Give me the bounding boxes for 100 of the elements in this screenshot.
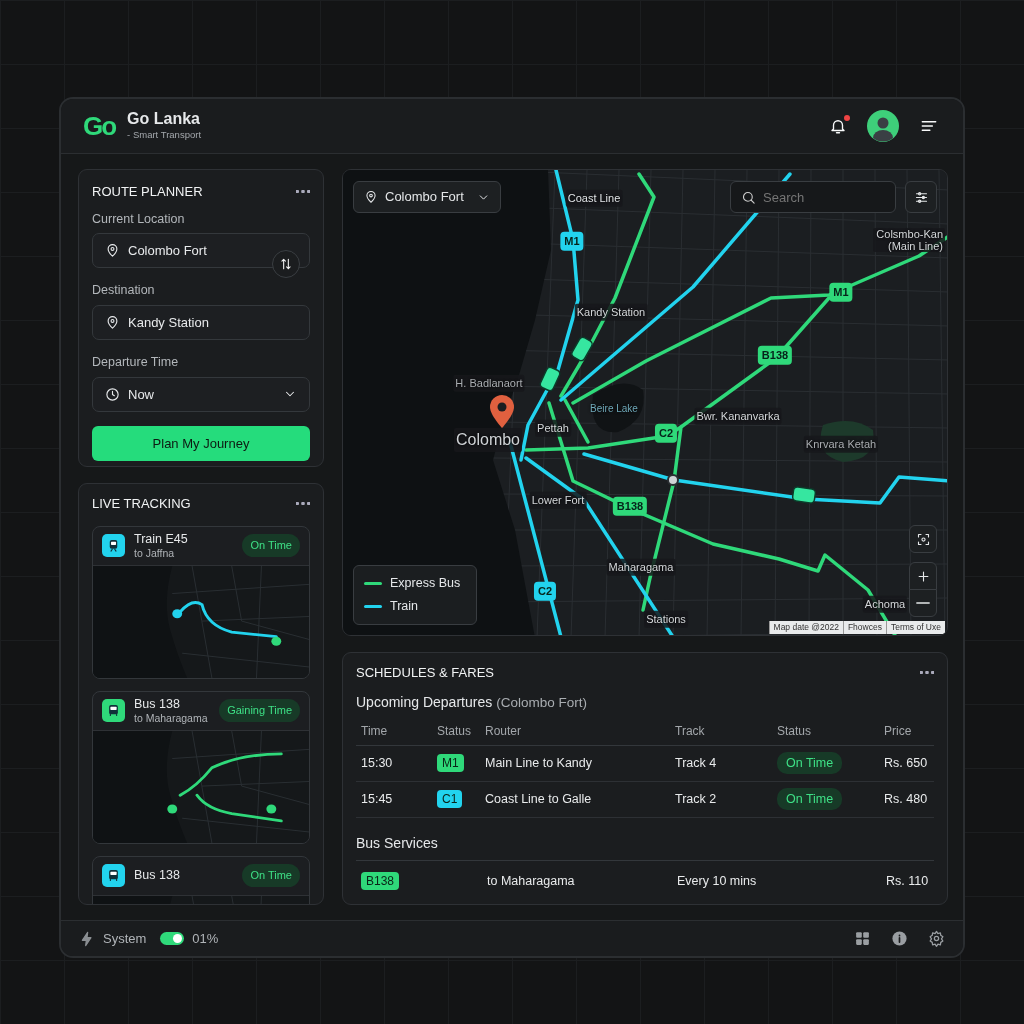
field-label: Current Location	[92, 210, 186, 228]
column-header: Time	[356, 717, 432, 746]
table-cell: Rs. 110	[881, 860, 934, 902]
bell-icon	[829, 117, 847, 135]
recenter-button[interactable]	[909, 525, 937, 553]
route-code-badge: M1	[437, 754, 464, 773]
time-select[interactable]: Now	[92, 376, 310, 412]
map-label: Kandy Station	[574, 303, 648, 321]
grid-button[interactable]	[854, 930, 871, 947]
table-cell: 15:45	[356, 781, 432, 818]
map-label: Stations	[644, 610, 688, 628]
column-header: Router	[480, 717, 670, 746]
table-cell: Rs. 650	[879, 745, 934, 782]
route-badge: M1	[829, 282, 853, 302]
location-field[interactable]: Kandy Station	[92, 305, 310, 340]
notification-button[interactable]	[829, 117, 847, 135]
column-header: Status	[432, 717, 480, 746]
more-button[interactable]	[296, 190, 310, 194]
table-cell: to Maharagama	[482, 860, 672, 902]
pin-icon	[364, 190, 378, 204]
route-badge: B138	[612, 496, 648, 516]
status-label: System	[103, 929, 147, 948]
column-header: Status	[772, 717, 879, 746]
column-header: Track	[670, 717, 772, 746]
location-pin-icon	[489, 395, 515, 429]
more-button[interactable]	[920, 670, 934, 674]
status-pill: On Time	[777, 752, 843, 775]
minus-icon	[916, 602, 930, 604]
table-cell: Main Line to Kandy	[480, 745, 670, 782]
info-button[interactable]	[891, 930, 908, 947]
location-field[interactable]: Colombo Fort	[92, 233, 310, 269]
panel-title: LIVE TRACKING	[92, 495, 191, 513]
field-label: Destination	[92, 282, 156, 300]
panel-title: ROUTE PLANNER	[92, 183, 203, 201]
vehicle-name: Bus 138	[134, 697, 181, 712]
more-icon	[296, 502, 310, 506]
vehicle-name: Bus 138	[134, 868, 180, 883]
table-cell: Coast Line to Galle	[480, 781, 670, 818]
route-badge: C2	[533, 581, 557, 601]
route-badge: M1	[560, 231, 584, 251]
lightning-icon	[79, 930, 95, 947]
vehicle-destination: to Maharagama	[134, 711, 208, 724]
map-label: Achoma	[862, 595, 908, 613]
more-icon	[920, 670, 934, 674]
sliders-icon	[913, 189, 929, 205]
tracking-card[interactable]: Bus 138 On Time	[92, 855, 310, 904]
status-pill: On Time	[777, 788, 843, 811]
attribution-text: Fhowces	[842, 620, 886, 634]
pin-icon	[105, 315, 120, 330]
status-pill: Gaining Time	[219, 699, 300, 722]
settings-icon	[928, 930, 945, 947]
app-subtitle: - Smart Transport	[127, 127, 202, 142]
app-logo: Go	[83, 113, 116, 139]
column-header: Price	[879, 717, 934, 746]
map-label: Beire Lake	[589, 401, 639, 416]
route-code-badge: C1	[437, 790, 463, 809]
map-label: Colombo	[454, 428, 522, 452]
section-note: (Colombo Fort)	[496, 694, 587, 713]
search-icon	[741, 190, 756, 205]
settings-button[interactable]	[928, 930, 945, 947]
table-cell: Track 2	[670, 781, 772, 818]
zoom-out-button[interactable]	[909, 589, 937, 617]
app-title: Go Lanka	[127, 110, 201, 128]
attribution-text: Map date @2022	[768, 620, 843, 634]
route-code-badge: B138	[361, 871, 400, 890]
tracking-card[interactable]: Bus 138 to Maharagama Gaining Time	[92, 690, 310, 844]
vehicle-destination: to Jaffna	[134, 546, 176, 559]
map-label: Maharagama	[606, 558, 676, 576]
map-label: Knrvara Ketah	[803, 435, 879, 453]
filter-button[interactable]	[905, 181, 937, 213]
table-cell: Track 4	[670, 745, 772, 782]
vehicle-name: Train E45	[134, 532, 188, 547]
search-field[interactable]: Search	[730, 181, 896, 213]
system-toggle[interactable]	[160, 932, 185, 945]
status-pill: On Time	[242, 534, 300, 557]
table-cell: Rs. 480	[879, 781, 934, 818]
field-label: Departure Time	[92, 354, 180, 371]
table-cell: 15:30	[356, 745, 432, 782]
pin-icon	[105, 243, 120, 259]
tracking-card[interactable]: Train E45 to Jaffna On Time	[92, 525, 310, 679]
map-label: Coast Line	[565, 189, 623, 207]
panel-title: SCHEDULES & FARES	[356, 663, 494, 682]
swap-icon	[279, 256, 293, 271]
location-dropdown[interactable]: Colombo Fort	[353, 181, 501, 213]
legend-label: Train	[390, 597, 418, 615]
map-label: Pettah	[535, 419, 571, 437]
table-cell: Every 10 mins	[672, 860, 881, 902]
more-button[interactable]	[296, 502, 310, 506]
info-icon	[891, 930, 908, 947]
attribution-text: Terms of Uxe	[885, 620, 945, 634]
locate-icon	[915, 531, 931, 547]
plus-icon	[915, 568, 931, 584]
map-label: H. Badlanaort	[453, 374, 525, 392]
more-icon	[296, 190, 310, 194]
zoom-in-button[interactable]	[909, 562, 937, 590]
plan-journey-button[interactable]: Plan My Journey	[92, 425, 310, 461]
grid-icon	[854, 930, 871, 947]
legend-label: Express Bus	[390, 575, 461, 593]
map-label: Lower Fort	[529, 491, 587, 509]
avatar[interactable]	[867, 110, 899, 142]
